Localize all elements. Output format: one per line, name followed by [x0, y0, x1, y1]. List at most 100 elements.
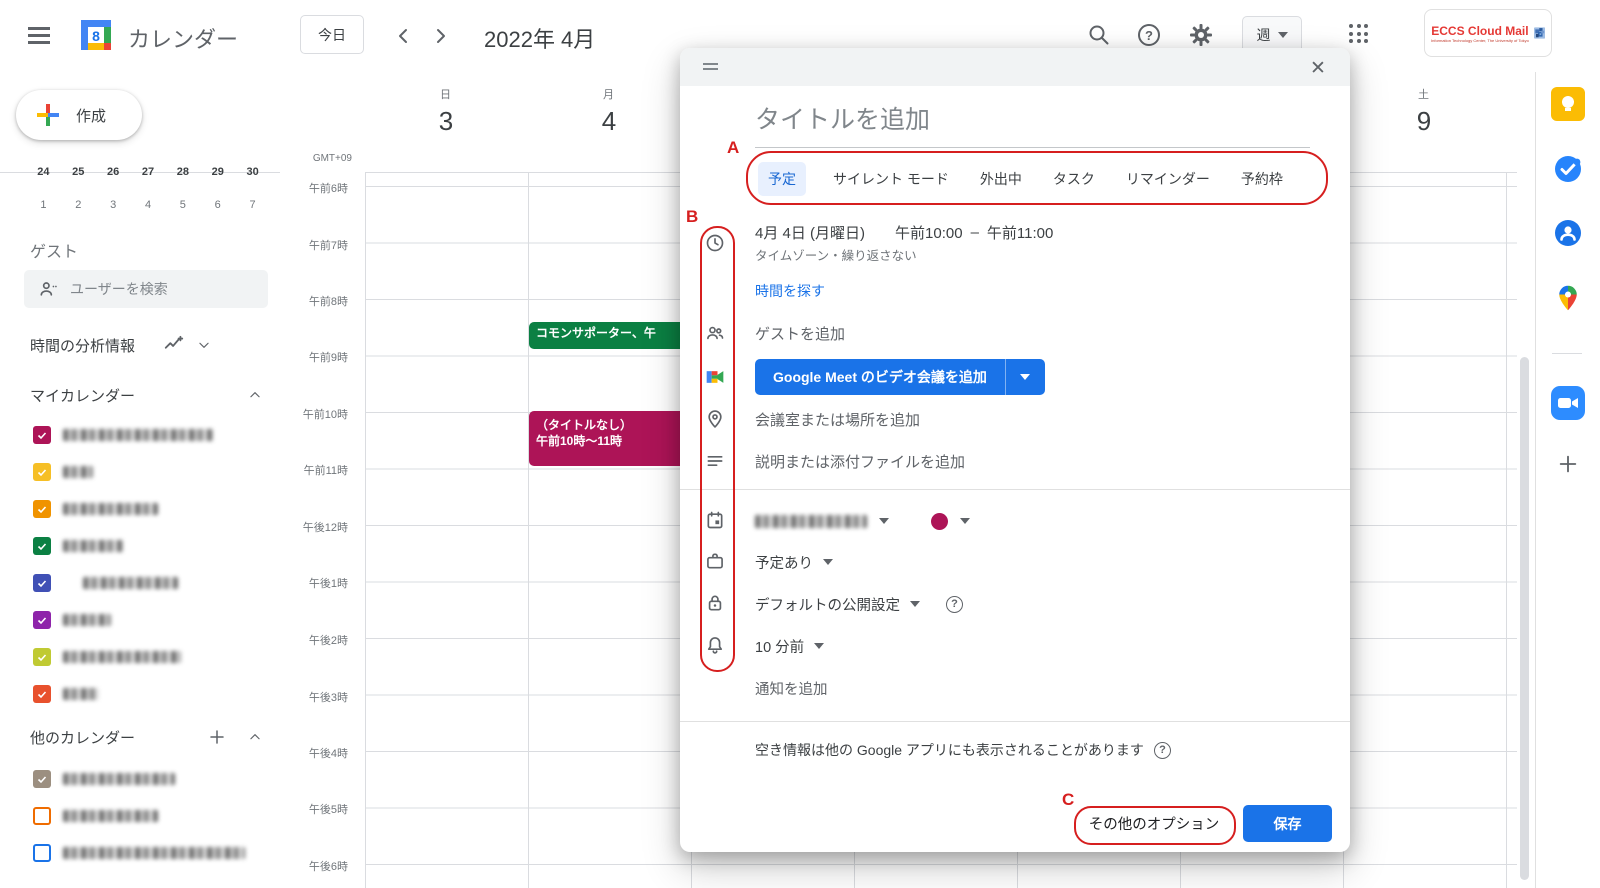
- add-description-row[interactable]: 説明または添付ファイルを追加: [755, 450, 965, 472]
- calendar-checkbox[interactable]: [33, 844, 51, 862]
- visibility-select[interactable]: デフォルトの公開設定: [755, 594, 900, 615]
- chevron-up-icon[interactable]: [248, 388, 262, 402]
- main-menu-icon[interactable]: [28, 34, 50, 37]
- calendar-list-item[interactable]: [0, 834, 280, 871]
- calendar-logo-icon[interactable]: 8: [76, 15, 116, 55]
- calendar-checkbox[interactable]: [33, 426, 51, 444]
- day-number[interactable]: 9: [1389, 106, 1459, 137]
- reminder-row[interactable]: 10 分前: [755, 635, 824, 657]
- reminder-select[interactable]: 10 分前: [755, 636, 804, 657]
- day-header-saturday[interactable]: 土 9: [1389, 86, 1459, 137]
- chevron-up-icon[interactable]: [248, 730, 262, 744]
- guest-search-input[interactable]: ユーザーを検索: [24, 270, 268, 308]
- chevron-down-icon[interactable]: [197, 338, 211, 352]
- add-notification-button[interactable]: 通知を追加: [755, 678, 828, 699]
- mini-calendar-week-row[interactable]: 1 2 3 4 5 6 7: [26, 199, 270, 221]
- add-description-field[interactable]: 説明または添付ファイルを追加: [755, 451, 965, 472]
- mini-date[interactable]: 27: [131, 166, 166, 188]
- event-color-dot[interactable]: [931, 513, 948, 530]
- mini-date[interactable]: 5: [165, 199, 200, 221]
- note-help-icon[interactable]: ?: [1154, 742, 1171, 759]
- calendar-list-item[interactable]: [0, 527, 280, 564]
- event-title-input[interactable]: タイトルを追加: [755, 100, 1310, 148]
- add-calendar-plus-icon[interactable]: [208, 728, 226, 746]
- calendar-list-item[interactable]: [0, 601, 280, 638]
- insights-section[interactable]: 時間の分析情報: [0, 330, 280, 360]
- add-guests-field[interactable]: ゲストを追加: [755, 323, 845, 344]
- calendar-checkbox[interactable]: [33, 611, 51, 629]
- add-notification-row[interactable]: 通知を追加: [755, 677, 828, 699]
- meet-options-dropdown[interactable]: [1006, 359, 1045, 395]
- day-number[interactable]: 3: [411, 106, 481, 137]
- my-calendars-header[interactable]: マイカレンダー: [0, 380, 280, 410]
- avatar[interactable]: [1534, 16, 1545, 50]
- mini-date[interactable]: 1: [26, 199, 61, 221]
- event-end-time[interactable]: 午前11:00: [987, 222, 1053, 243]
- tasks-icon[interactable]: [1550, 151, 1586, 187]
- keep-icon[interactable]: [1550, 86, 1586, 122]
- datetime-row[interactable]: 4月 4日 (月曜日) 午前10:00 – 午前11:00: [755, 220, 1053, 244]
- account-badge[interactable]: ECCS Cloud Mail Information Technology C…: [1424, 9, 1552, 57]
- mini-date[interactable]: 30: [235, 166, 270, 188]
- event-date[interactable]: 4月 4日 (月曜日): [755, 222, 865, 243]
- calendar-checkbox[interactable]: [33, 463, 51, 481]
- calendar-select-row[interactable]: [755, 511, 970, 531]
- calendar-list-item[interactable]: [0, 416, 280, 453]
- calendar-checkbox[interactable]: [33, 574, 51, 592]
- mini-date[interactable]: 24: [26, 166, 61, 188]
- help-icon[interactable]: ?: [1136, 22, 1162, 48]
- day-header-sunday[interactable]: 日 3: [411, 86, 481, 137]
- mini-date[interactable]: 7: [235, 199, 270, 221]
- busy-status-select[interactable]: 予定あり: [755, 552, 813, 573]
- next-week-icon[interactable]: [428, 24, 452, 48]
- mini-date[interactable]: 29: [200, 166, 235, 188]
- calendar-list-item[interactable]: [0, 797, 280, 834]
- google-apps-icon[interactable]: [1349, 24, 1369, 44]
- settings-gear-icon[interactable]: [1188, 22, 1214, 48]
- mini-date[interactable]: 6: [200, 199, 235, 221]
- mini-date[interactable]: 26: [96, 166, 131, 188]
- calendar-list-item[interactable]: [0, 638, 280, 675]
- calendar-list-item[interactable]: [0, 453, 280, 490]
- calendar-list-item[interactable]: [0, 760, 280, 797]
- meet-button-label[interactable]: Google Meet のビデオ会議を追加: [755, 359, 1006, 395]
- timezone-recurrence-label[interactable]: タイムゾーン・繰り返さない: [755, 245, 917, 264]
- visibility-row[interactable]: デフォルトの公開設定 ?: [755, 593, 963, 615]
- event-start-time[interactable]: 午前10:00: [895, 222, 963, 243]
- create-button[interactable]: 作成: [16, 90, 142, 140]
- calendar-list-item[interactable]: [0, 490, 280, 527]
- today-button[interactable]: 今日: [300, 15, 364, 54]
- prev-week-icon[interactable]: [392, 24, 416, 48]
- visibility-help-icon[interactable]: ?: [946, 596, 963, 613]
- get-addons-plus-icon[interactable]: [1550, 446, 1586, 482]
- add-location-row[interactable]: 会議室または場所を追加: [755, 408, 920, 430]
- calendar-scrollbar[interactable]: [1520, 357, 1529, 880]
- close-icon[interactable]: ✕: [1304, 54, 1332, 82]
- find-time-link[interactable]: 時間を探す: [755, 281, 825, 301]
- event-no-title[interactable]: （タイトルなし） 午前10時〜11時: [529, 411, 689, 466]
- mini-calendar-week-row[interactable]: 24 25 26 27 28 29 30: [26, 166, 270, 188]
- calendar-checkbox[interactable]: [33, 500, 51, 518]
- mini-date[interactable]: 25: [61, 166, 96, 188]
- mini-date[interactable]: 28: [165, 166, 200, 188]
- recurrence-row[interactable]: タイムゾーン・繰り返さない: [755, 244, 917, 264]
- find-time-row[interactable]: 時間を探す: [755, 280, 825, 302]
- calendar-checkbox[interactable]: [33, 770, 51, 788]
- busy-status-row[interactable]: 予定あり: [755, 551, 833, 573]
- calendar-checkbox[interactable]: [33, 807, 51, 825]
- maps-icon[interactable]: [1550, 280, 1586, 316]
- day-number[interactable]: 4: [574, 106, 644, 137]
- other-calendars-header[interactable]: 他のカレンダー: [0, 722, 280, 752]
- day-header-monday[interactable]: 月 4: [574, 86, 644, 137]
- contacts-icon[interactable]: [1550, 215, 1586, 251]
- mini-date[interactable]: 4: [131, 199, 166, 221]
- google-meet-button[interactable]: Google Meet のビデオ会議を追加: [755, 359, 1045, 395]
- mini-date[interactable]: 3: [96, 199, 131, 221]
- calendar-checkbox[interactable]: [33, 648, 51, 666]
- search-icon[interactable]: [1086, 22, 1112, 48]
- calendar-list-item[interactable]: [0, 564, 280, 601]
- calendar-list-item[interactable]: [0, 675, 280, 712]
- add-guests-row[interactable]: ゲストを追加: [755, 322, 845, 344]
- calendar-checkbox[interactable]: [33, 537, 51, 555]
- event-common-supporter[interactable]: コモンサポーター、午: [529, 322, 689, 349]
